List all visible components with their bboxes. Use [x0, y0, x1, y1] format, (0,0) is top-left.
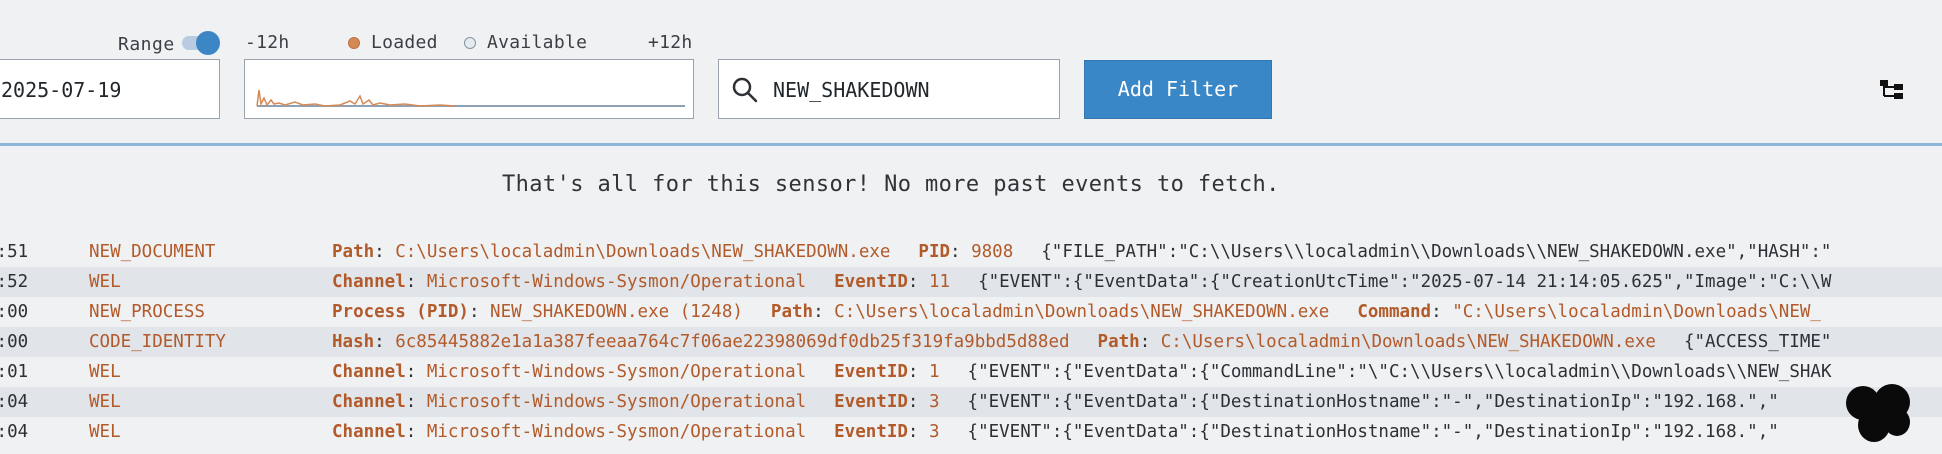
range-toggle-knob: [196, 31, 220, 55]
event-time: 8:51: [0, 242, 29, 262]
field-key: EventID: [834, 272, 908, 292]
event-time: 8:52: [0, 272, 29, 292]
event-row[interactable]: 8:04 WEL Channel: Microsoft-Windows-Sysmon…: [0, 387, 1942, 417]
loaded-legend-label: Loaded: [371, 32, 438, 53]
event-json: {"EVENT":{"EventData":{"CommandLine":"\"…: [967, 362, 1832, 382]
field-value: 11: [928, 272, 951, 292]
field-key: Path: [770, 302, 814, 322]
toolbar: Range -12h Loaded Available +12h 2025-07…: [0, 0, 1942, 144]
range-label: Range: [118, 34, 175, 55]
timeline-histogram[interactable]: [244, 59, 694, 119]
event-detail: Process (PID): NEW_SHAKEDOWN.exe (1248) P…: [332, 302, 1821, 322]
event-time: 8:00: [0, 302, 29, 322]
event-list: 8:51 NEW_DOCUMENT Path: C:\Users\localadmi…: [0, 237, 1942, 447]
add-filter-button[interactable]: Add Filter: [1084, 60, 1272, 119]
event-time: 8:00: [0, 332, 29, 352]
event-json: {"EVENT":{"EventData":{"CreationUtcTime"…: [978, 272, 1832, 292]
event-detail: Channel: Microsoft-Windows-Sysmon/Operat…: [332, 422, 1779, 442]
event-type: NEW_DOCUMENT: [89, 242, 216, 262]
field-key: Hash: [332, 332, 375, 352]
event-time: 8:04: [0, 392, 29, 412]
event-time: 8:01: [0, 362, 29, 382]
field-key: Command: [1357, 302, 1432, 322]
timeline-minus-label: -12h: [245, 32, 290, 53]
field-value: Microsoft-Windows-Sysmon/Operational: [426, 362, 807, 382]
field-key: PID: [918, 242, 951, 262]
search-input[interactable]: [773, 76, 1043, 104]
event-row[interactable]: 8:04 WEL Channel: Microsoft-Windows-Sysmon…: [0, 417, 1942, 447]
field-key: Channel: [332, 272, 406, 292]
event-type: NEW_PROCESS: [89, 302, 205, 322]
field-value: Microsoft-Windows-Sysmon/Operational: [426, 272, 807, 292]
field-value: Microsoft-Windows-Sysmon/Operational: [426, 392, 807, 412]
event-detail: Channel: Microsoft-Windows-Sysmon/Operat…: [332, 392, 1779, 412]
event-detail: Hash: 6c85445882e1a1a387feeaa764c7f06ae2…: [332, 332, 1832, 352]
field-value: 1: [928, 362, 940, 382]
available-legend-icon: [464, 37, 476, 49]
field-key: EventID: [834, 422, 908, 442]
date-field[interactable]: 2025-07-19: [0, 59, 220, 119]
date-value: 2025-07-19: [1, 78, 122, 102]
event-time: 8:04: [0, 422, 29, 442]
event-row[interactable]: 8:51 NEW_DOCUMENT Path: C:\Users\localadmi…: [0, 237, 1942, 267]
event-json: {"FILE_PATH":"C:\\Users\\localadmin\\Dow…: [1041, 242, 1832, 262]
field-value: NEW_SHAKEDOWN.exe (1248): [490, 302, 743, 322]
timeline-sparkline: [256, 89, 685, 107]
field-value: "C:\Users\localadmin\Downloads\NEW_: [1452, 302, 1821, 322]
cursor-blob: [1884, 408, 1910, 436]
field-key: Channel: [332, 422, 406, 442]
loaded-legend-icon: [348, 37, 360, 49]
field-value: C:\Users\localadmin\Downloads\NEW_SHAKED…: [395, 242, 891, 262]
end-of-events-message: That's all for this sensor! No more past…: [502, 172, 1280, 197]
field-value: C:\Users\localadmin\Downloads\NEW_SHAKED…: [1160, 332, 1656, 352]
event-row[interactable]: 8:01 WEL Channel: Microsoft-Windows-Sysmon…: [0, 357, 1942, 387]
event-detail: Channel: Microsoft-Windows-Sysmon/Operat…: [332, 362, 1832, 382]
event-json: {"EVENT":{"EventData":{"DestinationHostn…: [967, 422, 1779, 442]
event-detail: Channel: Microsoft-Windows-Sysmon/Operat…: [332, 272, 1832, 292]
event-type: WEL: [89, 392, 121, 412]
event-detail: Path: C:\Users\localadmin\Downloads\NEW_…: [332, 242, 1832, 262]
field-value: 6c85445882e1a1a387feeaa764c7f06ae2239806…: [395, 332, 1070, 352]
field-key: EventID: [834, 362, 908, 382]
search-icon: [732, 77, 758, 103]
field-value: Microsoft-Windows-Sysmon/Operational: [426, 422, 807, 442]
event-type: WEL: [89, 422, 121, 442]
event-json: {"ACCESS_TIME": [1683, 332, 1832, 352]
field-value: 3: [928, 392, 940, 412]
event-type: CODE_IDENTITY: [89, 332, 226, 352]
event-type: WEL: [89, 362, 121, 382]
search-field[interactable]: [718, 59, 1060, 119]
field-value: C:\Users\localadmin\Downloads\NEW_SHAKED…: [834, 302, 1330, 322]
event-json: {"EVENT":{"EventData":{"DestinationHostn…: [967, 392, 1779, 412]
event-row[interactable]: 8:00 NEW_PROCESS Process (PID): NEW_SHAKED…: [0, 297, 1942, 327]
event-type: WEL: [89, 272, 121, 292]
field-key: Process (PID): [332, 302, 469, 322]
field-value: 9808: [971, 242, 1014, 262]
field-key: Path: [1097, 332, 1140, 352]
tree-view-icon[interactable]: [1880, 78, 1904, 100]
range-toggle[interactable]: [182, 31, 222, 55]
event-row[interactable]: 8:00 CODE_IDENTITY Hash: 6c85445882e1a1a38…: [0, 327, 1942, 357]
field-value: 3: [928, 422, 940, 442]
timeline-plus-label: +12h: [648, 32, 693, 53]
field-key: EventID: [834, 392, 908, 412]
field-key: Channel: [332, 362, 406, 382]
field-key: Channel: [332, 392, 406, 412]
field-key: Path: [332, 242, 375, 262]
available-legend-label: Available: [487, 32, 588, 53]
event-row[interactable]: 8:52 WEL Channel: Microsoft-Windows-Sysmon…: [0, 267, 1942, 297]
toolbar-divider: [0, 143, 1942, 146]
